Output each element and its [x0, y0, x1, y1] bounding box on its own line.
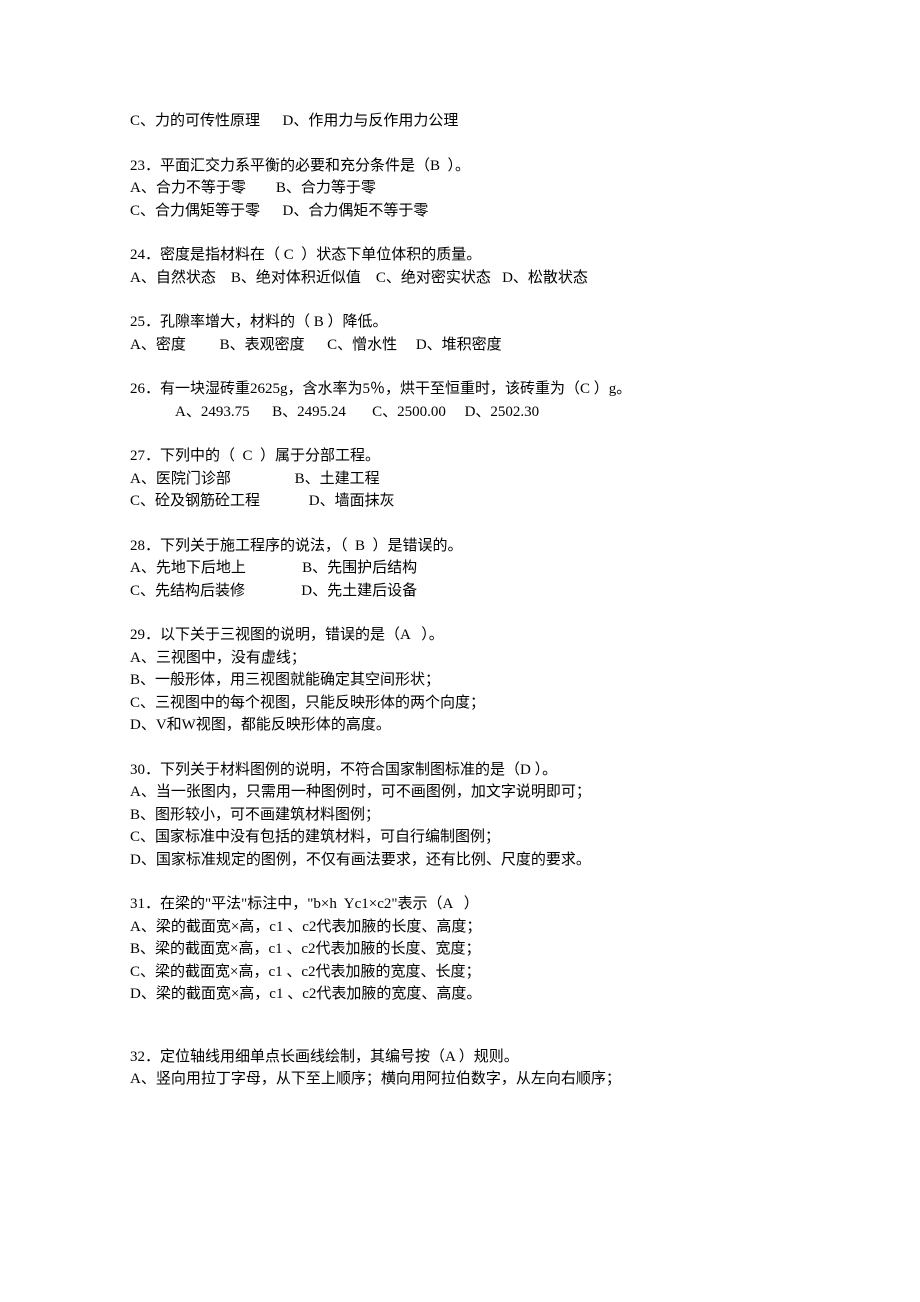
q25-stem: 25．孔隙率增大，材料的（ B ）降低。 [130, 311, 790, 334]
q31-option-b: B、梁的截面宽×高，c1 、c2代表加腋的长度、宽度； [130, 938, 790, 961]
q31-stem: 31．在梁的"平法"标注中，"b×h Yc1×c2"表示（A ） [130, 893, 790, 916]
q28-options-2: C、先结构后装修 D、先土建后设备 [130, 580, 790, 603]
q32-stem: 32．定位轴线用细单点长画线绘制，其编号按（A ）规则。 [130, 1046, 790, 1069]
q26-options: A、2493.75 B、2495.24 C、2500.00 D、2502.30 [130, 401, 790, 424]
q29-option-c: C、三视图中的每个视图，只能反映形体的两个向度； [130, 692, 790, 715]
q27-options-1: A、医院门诊部 B、土建工程 [130, 468, 790, 491]
q24-stem: 24．密度是指材料在（ C ）状态下单位体积的质量。 [130, 244, 790, 267]
q29-stem: 29．以下关于三视图的说明，错误的是（A ）。 [130, 624, 790, 647]
q27-options-2: C、砼及钢筋砼工程 D、墙面抹灰 [130, 490, 790, 513]
q29-option-a: A、三视图中，没有虚线； [130, 647, 790, 670]
q28-stem: 28．下列关于施工程序的说法，（ B ）是错误的。 [130, 535, 790, 558]
q29-option-b: B、一般形体，用三视图就能确定其空间形状； [130, 669, 790, 692]
q26-stem: 26．有一块湿砖重2625g，含水率为5％，烘干至恒重时，该砖重为（C ）g。 [130, 378, 790, 401]
q30-option-b: B、图形较小，可不画建筑材料图例； [130, 804, 790, 827]
q23-stem: 23．平面汇交力系平衡的必要和充分条件是（B ）。 [130, 155, 790, 178]
q31-option-d: D、梁的截面宽×高，c1 、c2代表加腋的宽度、高度。 [130, 983, 790, 1006]
q30-option-c: C、国家标准中没有包括的建筑材料，可自行编制图例； [130, 826, 790, 849]
q28-options-1: A、先地下后地上 B、先围护后结构 [130, 557, 790, 580]
q23-options-1: A、合力不等于零 B、合力等于零 [130, 177, 790, 200]
q30-stem: 30．下列关于材料图例的说明，不符合国家制图标准的是（D ）。 [130, 759, 790, 782]
q23-options-2: C、合力偶矩等于零 D、合力偶矩不等于零 [130, 200, 790, 223]
q30-option-d: D、国家标准规定的图例，不仅有画法要求，还有比例、尺度的要求。 [130, 849, 790, 872]
q31-option-c: C、梁的截面宽×高，c1 、c2代表加腋的宽度、长度； [130, 961, 790, 984]
q27-stem: 27．下列中的（ C ）属于分部工程。 [130, 445, 790, 468]
q22-option-line: C、力的可传性原理 D、作用力与反作用力公理 [130, 110, 790, 133]
q31-option-a: A、梁的截面宽×高，c1 、c2代表加腋的长度、高度； [130, 916, 790, 939]
q32-option-a: A、竖向用拉丁字母，从下至上顺序；横向用阿拉伯数字，从左向右顺序； [130, 1068, 790, 1091]
q24-options: A、自然状态 B、绝对体积近似值 C、绝对密实状态 D、松散状态 [130, 267, 790, 290]
q25-options: A、密度 B、表观密度 C、憎水性 D、堆积密度 [130, 334, 790, 357]
q30-option-a: A、当一张图内，只需用一种图例时，可不画图例，加文字说明即可； [130, 781, 790, 804]
q29-option-d: D、V和W视图，都能反映形体的高度。 [130, 714, 790, 737]
